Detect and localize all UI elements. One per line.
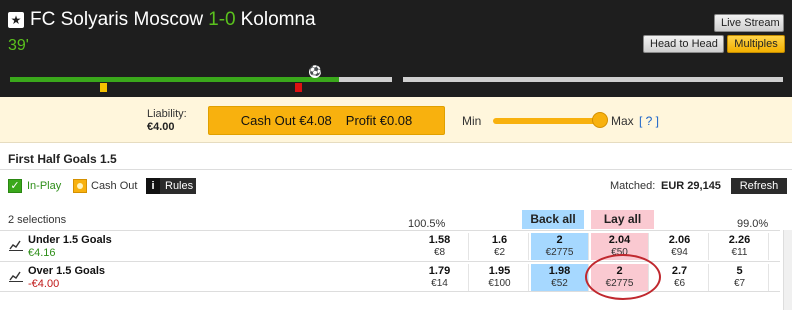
- live-stream-button[interactable]: Live Stream: [714, 14, 784, 32]
- help-link[interactable]: [ ? ]: [639, 114, 659, 128]
- stake-size: €52: [551, 278, 568, 289]
- runner-row: Under 1.5 Goals €4.16 1.58 €8 1.6 €2 2 €277…: [0, 230, 780, 260]
- stake-size: €8: [433, 247, 446, 258]
- best-back-price-cell[interactable]: 2 €2775: [531, 233, 589, 260]
- cash-out-amount: Cash Out €4.08: [240, 113, 332, 128]
- matched-label: Matched:: [610, 180, 656, 192]
- back-book-percentage: 100.5%: [408, 218, 446, 230]
- selections-count: 2 selections: [8, 214, 67, 226]
- stake-size: €100: [488, 278, 511, 289]
- cash-out-button[interactable]: Cash Out €4.08 Profit €0.08: [208, 106, 445, 135]
- stake-size: €2: [493, 247, 506, 258]
- match-clock: 39': [8, 37, 29, 54]
- red-card-icon: [295, 83, 302, 92]
- first-half-timeline: [10, 77, 392, 82]
- cashout-slider-track[interactable]: [493, 118, 605, 124]
- odds: 2.7: [671, 265, 688, 277]
- lay-price-cell[interactable]: 2.7 €6: [651, 264, 709, 291]
- market-title: First Half Goals 1.5: [8, 152, 117, 166]
- runner-name[interactable]: Over 1.5 Goals: [28, 265, 105, 277]
- stake-size: €2775: [545, 247, 574, 258]
- rules-button[interactable]: i Rules: [146, 178, 196, 194]
- divider: [0, 169, 792, 170]
- cash-out-label: Cash Out: [91, 180, 138, 192]
- lay-price-cell[interactable]: 5 €7: [711, 264, 769, 291]
- best-lay-price-cell[interactable]: 2 €2775: [591, 264, 649, 291]
- back-price-cell[interactable]: 1.6 €2: [471, 233, 529, 260]
- best-back-price-cell[interactable]: 1.98 €52: [531, 264, 589, 291]
- home-team: FC Solyaris Moscow: [30, 9, 204, 30]
- best-lay-price-cell[interactable]: 2.04 €50: [591, 233, 649, 260]
- odds: 2: [556, 234, 563, 246]
- odds: 1.6: [491, 234, 508, 246]
- matched-value: EUR 29,145: [661, 180, 721, 192]
- match-score: 1-0: [208, 9, 236, 30]
- slider-min-label: Min: [462, 114, 482, 128]
- stake-size: €94: [671, 247, 688, 258]
- runner-profit-loss: -€4.00: [28, 278, 60, 290]
- odds: 1.79: [428, 265, 451, 277]
- lay-all-button[interactable]: Lay all: [591, 210, 654, 229]
- runner-name[interactable]: Under 1.5 Goals: [28, 234, 112, 246]
- stake-size: €14: [431, 278, 448, 289]
- liability-label: Liability:: [147, 108, 187, 120]
- head-to-head-button[interactable]: Head to Head: [643, 35, 724, 53]
- odds: 2.04: [608, 234, 631, 246]
- stake-size: €2775: [605, 278, 634, 289]
- odds: 2.26: [728, 234, 751, 246]
- timeline-progress-fill: [10, 77, 339, 82]
- vertical-scrollbar[interactable]: [783, 230, 792, 310]
- back-price-cell[interactable]: 1.79 €14: [411, 264, 469, 291]
- odds: 1.58: [428, 234, 451, 246]
- info-icon: i: [146, 178, 160, 194]
- back-all-button[interactable]: Back all: [522, 210, 584, 229]
- lay-book-percentage: 99.0%: [737, 218, 769, 230]
- odds: 1.98: [548, 265, 571, 277]
- away-team: Kolomna: [240, 9, 316, 30]
- lay-price-cell[interactable]: 2.26 €11: [711, 233, 769, 260]
- slider-max-label: Max: [611, 114, 634, 128]
- odds: 2: [616, 265, 623, 277]
- stake-size: €50: [611, 247, 628, 258]
- cash-out-indicator-icon: [73, 179, 87, 193]
- liability-value: €4.00: [147, 121, 175, 133]
- rules-label: Rules: [165, 180, 194, 192]
- back-price-cell[interactable]: 1.95 €100: [471, 264, 529, 291]
- odds: 1.95: [488, 265, 511, 277]
- yellow-card-icon: [100, 83, 107, 92]
- cash-out-profit: Profit €0.08: [345, 113, 413, 128]
- refresh-button[interactable]: Refresh: [731, 178, 787, 194]
- in-play-check-icon: ✓: [8, 179, 22, 193]
- multiples-button[interactable]: Multiples: [727, 35, 785, 53]
- cashout-slider-handle[interactable]: [592, 112, 608, 128]
- back-price-cell[interactable]: 1.58 €8: [411, 233, 469, 260]
- second-half-timeline: [403, 77, 783, 82]
- in-play-label: In-Play: [27, 180, 62, 192]
- runner-profit-loss: €4.16: [28, 247, 56, 259]
- runner-row: Over 1.5 Goals -€4.00 1.79 €14 1.95 €100 1…: [0, 261, 780, 292]
- odds: 2.06: [668, 234, 691, 246]
- price-chart-icon[interactable]: [9, 239, 23, 251]
- favourite-star-icon[interactable]: ★: [8, 12, 24, 28]
- stake-size: €6: [673, 278, 686, 289]
- price-chart-icon[interactable]: [9, 270, 23, 282]
- stake-size: €11: [731, 247, 748, 258]
- stake-size: €7: [733, 278, 746, 289]
- match-title: ★ FC Solyaris Moscow 1-0 Kolomna: [8, 9, 316, 31]
- goal-ball-icon: ⚽: [309, 66, 322, 78]
- lay-price-cell[interactable]: 2.06 €94: [651, 233, 709, 260]
- odds: 5: [736, 265, 743, 277]
